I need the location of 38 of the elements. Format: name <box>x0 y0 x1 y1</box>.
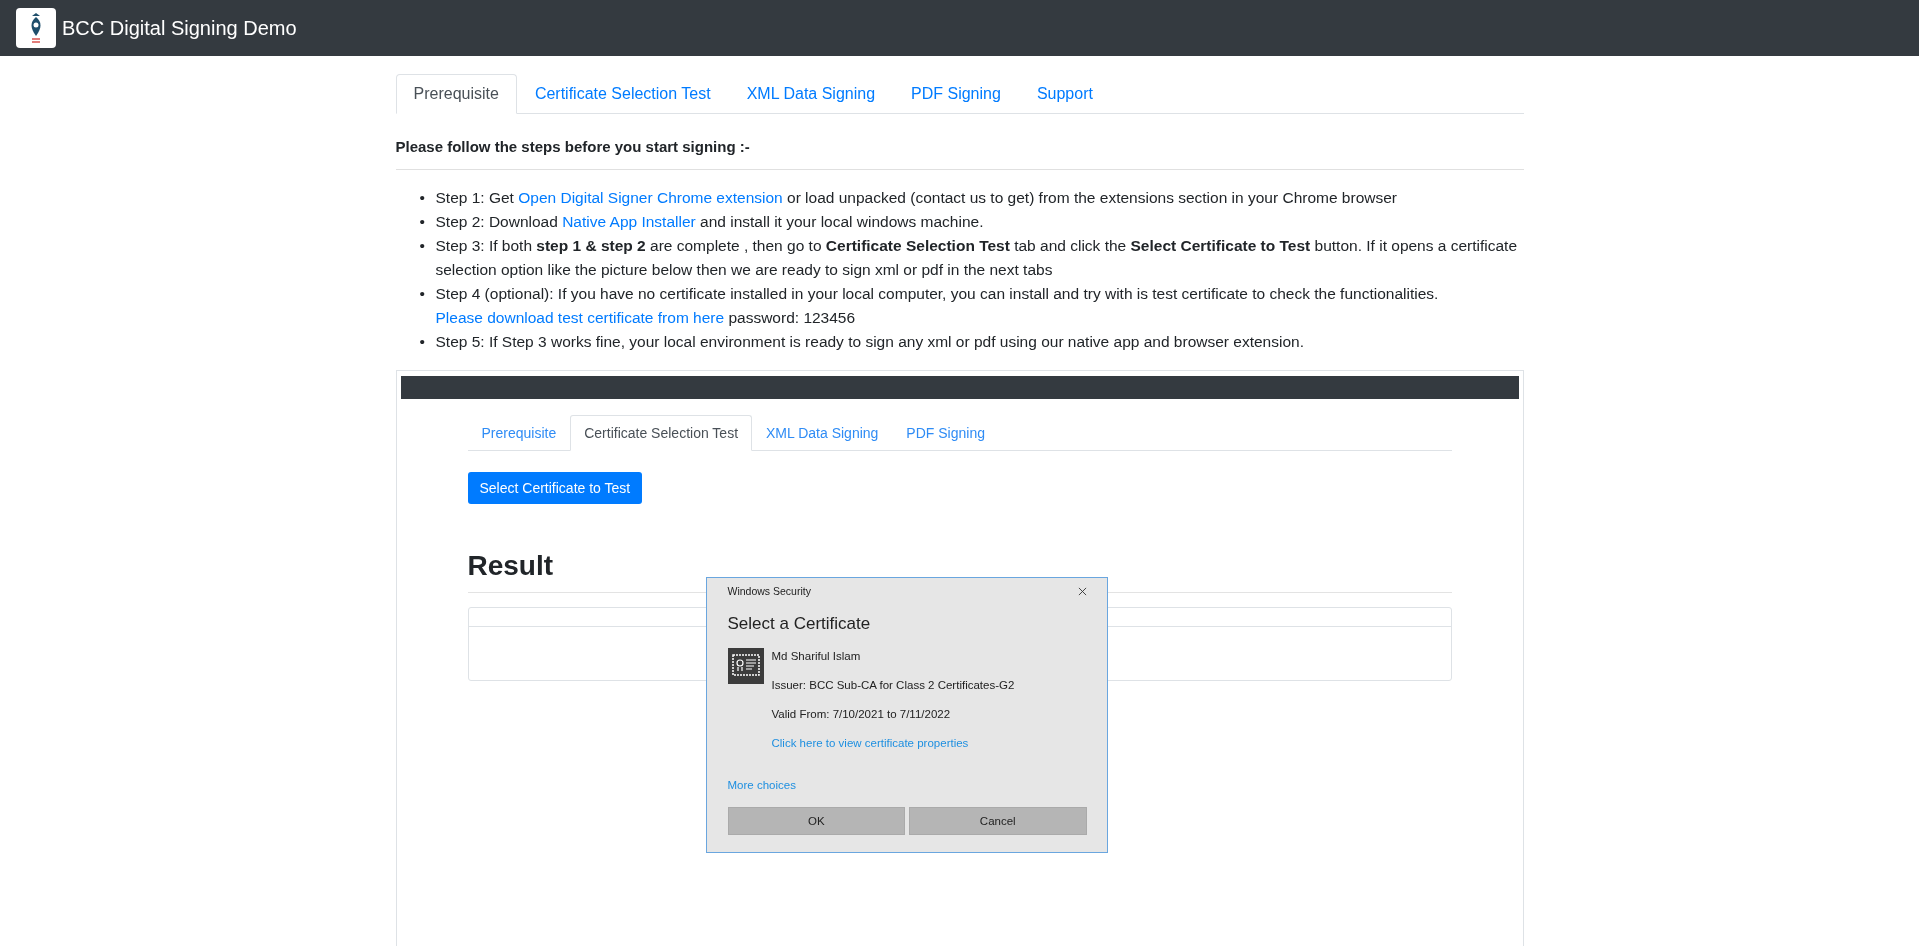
tab[interactable]: XML Data Signing <box>752 415 893 451</box>
select-certificate-button[interactable]: Select Certificate to Test <box>467 472 643 504</box>
result-heading: Result <box>467 550 555 582</box>
link[interactable]: Please download test certificate from here <box>435 309 725 326</box>
more-choices-link[interactable]: More choices <box>727 779 796 791</box>
tab[interactable]: Certificate Selection Test <box>516 74 729 114</box>
link[interactable]: Open Digital Signer Chrome extension <box>518 189 783 206</box>
pen-nib-logo-icon <box>16 8 56 48</box>
dialog-button[interactable]: Cancel <box>909 807 1087 835</box>
tab[interactable]: Support <box>1018 74 1111 114</box>
bullet: • <box>419 188 426 208</box>
bullet: • <box>419 212 426 232</box>
step-text: Step 5: If Step 3 works fine, your local environment is ready to sign any xml or pdf using our native app and browser extension. <box>435 332 1304 352</box>
step-text: Step 3: If both step 1 & step 2 are complete , then go to Certificate Selection Test tab and click the Select Certificate to Test button. If it opens a certificate selection option like the picture below then we are ready to sign xml or pdf in the next tabs <box>435 236 1519 280</box>
tab[interactable]: Prerequisite <box>467 415 571 451</box>
instructions-heading: Please follow the steps before you start signing :- <box>395 137 751 157</box>
link[interactable]: Native App Installer <box>562 213 696 230</box>
step-text: Step 4 (optional): If you have no certificate installed in your local computer, you can install and try with is test certificate to check the functionalities. Please download test certificate from here password: 123456 <box>435 284 1440 328</box>
certificate-holder: Md Shariful Islam <box>771 650 862 662</box>
certificate-properties-link[interactable]: Click here to view certificate properties <box>771 737 1015 749</box>
step-text: Step 1: Get Open Digital Signer Chrome extension or load unpacked (contact us to get) from the extensions section in your Chrome browser <box>435 188 1397 208</box>
certificate-validity: Valid From: 7/10/2021 to 7/11/2022 <box>771 708 952 720</box>
bullet: • <box>419 236 426 256</box>
tab[interactable]: PDF Signing <box>893 74 1019 114</box>
certificate-issuer: Issuer: BCC Sub-CA for Class 2 Certificates-G2 <box>771 679 1015 691</box>
dialog-button[interactable]: OK <box>727 807 905 835</box>
step-text: Step 2: Download Native App Installer and install it your local windows machine. <box>435 212 984 232</box>
dialog-title: Select a Certificate <box>727 614 872 634</box>
bullet: • <box>419 284 426 304</box>
tab[interactable]: Certificate Selection Test <box>570 415 753 451</box>
tab[interactable]: Prerequisite <box>395 74 517 114</box>
tab[interactable]: PDF Signing <box>892 415 999 451</box>
dialog-caption: Windows Security <box>727 585 811 597</box>
close-icon <box>1077 586 1087 596</box>
app-title: BCC Digital Signing Demo <box>62 16 297 40</box>
bullet: • <box>419 332 426 352</box>
tab[interactable]: XML Data Signing <box>728 74 894 114</box>
certificate-icon <box>727 648 764 684</box>
